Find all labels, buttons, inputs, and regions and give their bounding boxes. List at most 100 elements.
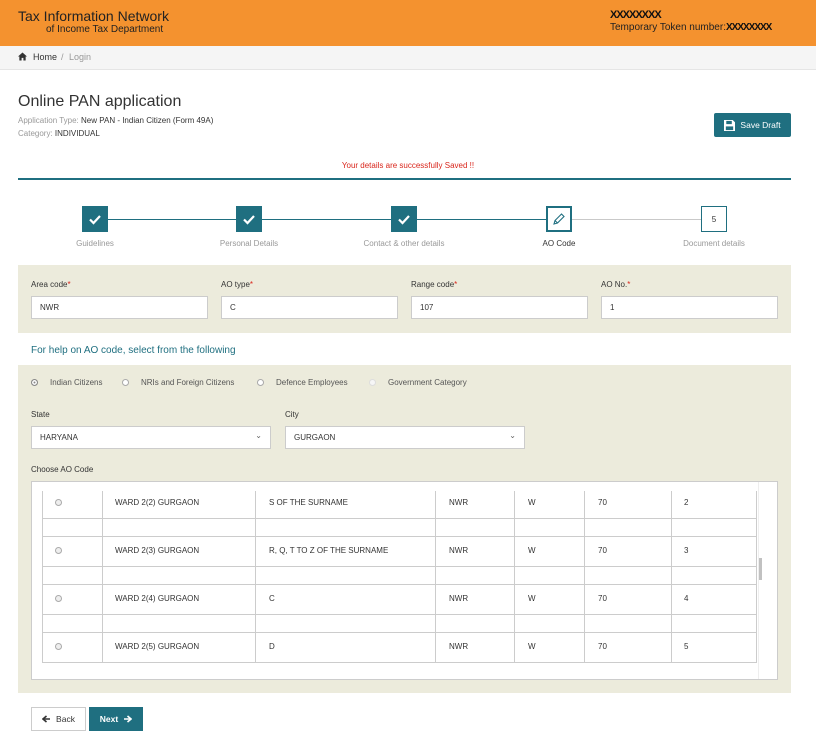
ao-number: 3 [684,546,689,555]
token-label: Temporary Token number: [610,22,726,33]
table-scrollbar-thumb[interactable] [759,558,762,580]
table-grid [756,491,757,663]
table-grid [584,491,585,663]
divider [18,178,791,180]
step-guidelines[interactable] [82,206,108,232]
table-scrollbar[interactable] [758,482,777,679]
next-label: Next [99,714,119,724]
step-document-details[interactable]: 5 [701,206,727,232]
state-select[interactable]: HARYANA ⌄ [31,426,271,449]
pencil-icon [553,213,565,225]
application-type: Application Type: New PAN - Indian Citiz… [18,116,213,125]
radio-label-indian-citizens: Indian Citizens [50,378,103,387]
area-code-input[interactable]: NWR [31,296,208,319]
table-grid [42,518,756,519]
table-grid [42,491,43,663]
range-code-label: Range code* [411,280,458,289]
breadcrumb-current: Login [69,52,92,62]
ao-number: 2 [684,498,689,507]
redacted-scribble: XXXXXXXX [610,9,662,21]
check-icon [89,215,101,225]
ao-area-code: NWR [449,594,469,603]
step-label-guidelines: Guidelines [76,239,114,248]
step-contact-details[interactable] [391,206,417,232]
ao-ward: WARD 2(4) GURGAON [115,594,200,603]
step-label-contact-details: Contact & other details [363,239,445,248]
arrow-right-icon [124,715,133,723]
radio-government[interactable] [369,379,376,386]
token-number: Temporary Token number:XXXXXXXX [610,22,772,33]
brand-title: Tax Information Network [18,8,169,24]
range-code-input[interactable]: 107 [411,296,588,319]
ao-range-code: 70 [598,594,607,603]
category-label: Category: [18,129,53,138]
back-button[interactable]: Back [31,707,86,731]
breadcrumb [0,46,816,70]
ao-range-code: 70 [598,642,607,651]
ao-type: W [528,546,536,555]
radio-defence[interactable] [257,379,264,386]
radio-nri-foreign[interactable] [122,379,129,386]
check-icon [398,215,410,225]
ao-type: W [528,642,536,651]
ao-number: 5 [684,642,689,651]
ao-ward: WARD 2(5) GURGAON [115,642,200,651]
state-value: HARYANA [40,433,78,442]
ao-row-radio[interactable] [55,643,62,650]
ao-description: R, Q, T TO Z OF THE SURNAME [269,546,389,555]
ao-type: W [528,594,536,603]
floppy-disk-icon [724,119,736,131]
ao-area-code: NWR [449,546,469,555]
ao-range-code: 70 [598,498,607,507]
table-grid [42,584,756,585]
choose-ao-code-label: Choose AO Code [31,465,94,474]
next-button[interactable]: Next [89,707,143,731]
save-draft-label: Save Draft [740,120,781,130]
brand-subtitle: of Income Tax Department [46,24,164,35]
ao-description: S OF THE SURNAME [269,498,348,507]
ao-type-input[interactable]: C [221,296,398,319]
token-value: XXXXXXXX [725,22,772,33]
breadcrumb-home-link[interactable]: Home [33,52,57,62]
city-value: GURGAON [294,433,336,442]
state-label: State [31,410,50,419]
breadcrumb-separator: / [61,52,64,62]
table-grid [42,566,756,567]
ao-no-input[interactable]: 1 [601,296,778,319]
stepper-line-pending [560,219,715,220]
table-grid [671,491,672,663]
arrow-left-icon [42,715,51,723]
table-grid [255,491,256,663]
ao-type: W [528,498,536,507]
check-icon [243,215,255,225]
radio-indian-citizens[interactable] [31,379,38,386]
radio-label-defence: Defence Employees [276,378,348,387]
ao-ward: WARD 2(2) GURGAON [115,498,200,507]
table-grid [514,491,515,663]
ao-help-text: For help on AO code, select from the fol… [31,345,236,356]
save-draft-button[interactable]: Save Draft [714,113,791,137]
city-label: City [285,410,299,419]
ao-row-radio[interactable] [55,595,62,602]
step-personal-details[interactable] [236,206,262,232]
table-grid [42,614,756,615]
area-code-label: Area code* [31,280,71,289]
table-grid [102,491,103,663]
city-select[interactable]: GURGAON ⌄ [285,426,525,449]
ao-description: D [269,642,275,651]
ao-row-radio[interactable] [55,547,62,554]
step-label-personal-details: Personal Details [219,239,279,248]
ao-row-radio[interactable] [55,499,62,506]
ao-range-code: 70 [598,546,607,555]
ao-area-code: NWR [449,642,469,651]
step-ao-code[interactable] [546,206,572,232]
ao-number: 4 [684,594,689,603]
radio-label-nri-foreign: NRIs and Foreign Citizens [141,378,235,387]
table-grid [42,662,756,663]
page-title: Online PAN application [18,93,182,110]
ao-area-code: NWR [449,498,469,507]
ao-ward: WARD 2(3) GURGAON [115,546,200,555]
back-label: Back [56,714,75,724]
step-label-document-details: Document details [683,239,745,248]
table-grid [42,632,756,633]
